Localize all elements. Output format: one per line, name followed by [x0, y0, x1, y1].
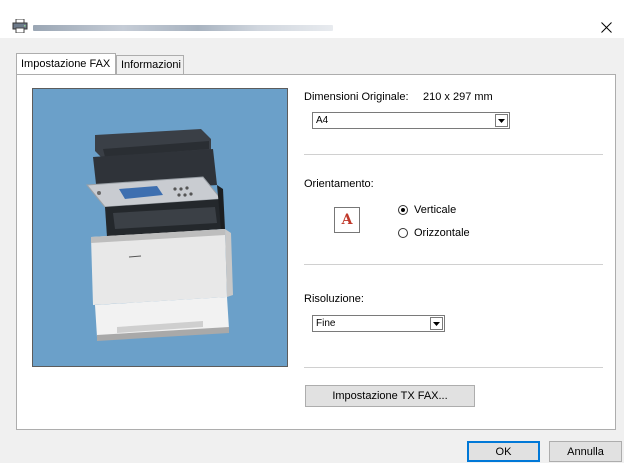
orientation-label: Orientamento: — [304, 178, 374, 190]
radio-orizzontale-label[interactable]: Orizzontale — [414, 227, 470, 239]
cancel-button[interactable]: Annulla — [549, 441, 622, 462]
tx-fax-settings-button[interactable]: Impostazione TX FAX... — [305, 385, 475, 407]
printer-icon — [12, 19, 28, 33]
dialog-window: Impostazione FAX Informazioni Dimensioni… — [0, 0, 624, 463]
radio-verticale-label[interactable]: Verticale — [414, 204, 456, 216]
resolution-value: Fine — [316, 318, 336, 329]
separator — [304, 367, 603, 368]
resolution-select[interactable]: Fine — [312, 315, 445, 332]
portrait-a-icon: A — [334, 207, 360, 233]
title-bar — [0, 0, 624, 38]
resolution-label: Risoluzione: — [304, 293, 364, 305]
orientation-icon-letter: A — [341, 212, 353, 228]
radio-orizzontale[interactable] — [398, 228, 408, 238]
chevron-down-icon — [430, 317, 443, 330]
tab-informazioni[interactable]: Informazioni — [116, 55, 184, 74]
mfp-printer-illustration — [86, 129, 233, 341]
original-size-dimensions: 210 x 297 mm — [423, 91, 493, 103]
close-icon — [600, 21, 612, 33]
original-size-label: Dimensioni Originale: — [304, 91, 409, 103]
original-size-value: A4 — [316, 115, 329, 126]
original-size-select[interactable]: A4 — [312, 112, 510, 129]
tab-panel: Dimensioni Originale: 210 x 297 mm A4 Or… — [16, 74, 616, 430]
ok-button[interactable]: OK — [467, 441, 540, 462]
window-title-redacted — [33, 25, 333, 31]
device-preview — [32, 88, 288, 367]
chevron-down-icon — [495, 114, 508, 127]
radio-verticale[interactable] — [398, 205, 408, 215]
tab-impostazione-fax[interactable]: Impostazione FAX — [16, 53, 116, 74]
close-button[interactable] — [588, 16, 624, 38]
separator — [304, 154, 603, 155]
separator — [304, 264, 603, 265]
